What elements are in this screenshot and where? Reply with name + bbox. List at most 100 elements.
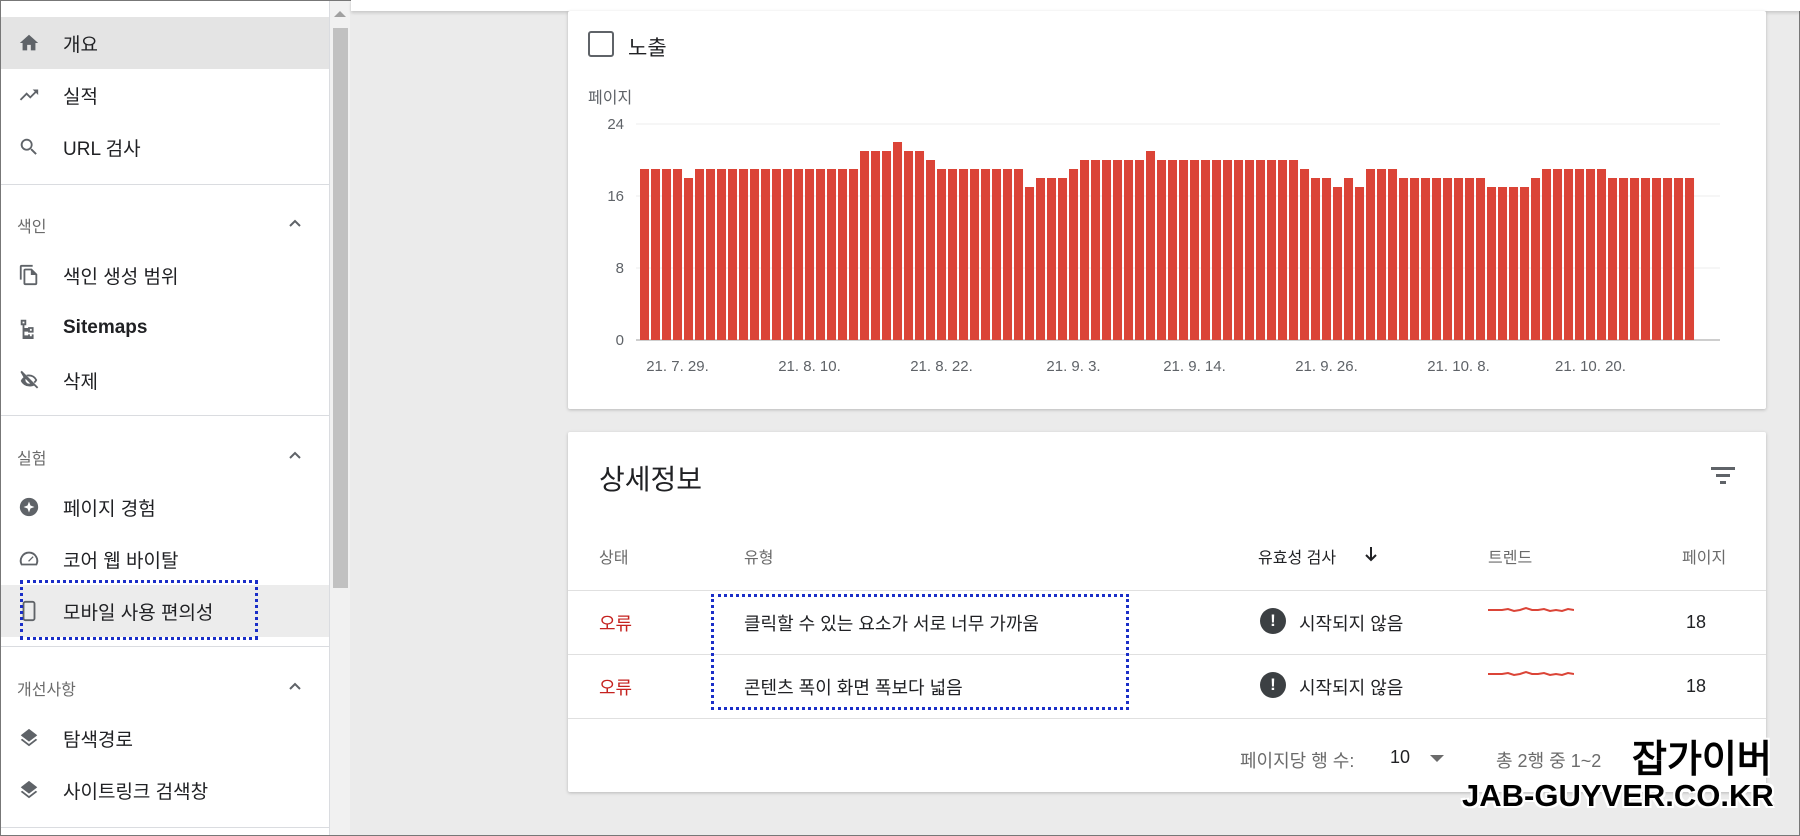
chart-bar[interactable]	[1168, 160, 1178, 340]
chart-bar[interactable]	[1366, 169, 1376, 340]
chart-bar[interactable]	[728, 169, 738, 340]
chart-bar[interactable]	[805, 169, 815, 340]
chart-bar[interactable]	[1333, 187, 1343, 340]
chart-bar[interactable]	[1036, 178, 1046, 340]
chart-bar[interactable]	[1630, 178, 1640, 340]
impressions-checkbox[interactable]	[588, 31, 614, 57]
nav-item-removals[interactable]: 삭제	[1, 354, 329, 406]
chart-bar[interactable]	[1465, 178, 1475, 340]
chart-bar[interactable]	[1564, 169, 1574, 340]
chart-bar[interactable]	[1410, 178, 1420, 340]
chart-bar[interactable]	[1091, 160, 1101, 340]
chart-bar[interactable]	[1355, 187, 1365, 340]
nav-item-page-experience[interactable]: 페이지 경험	[1, 481, 329, 533]
chart-bar[interactable]	[904, 151, 914, 340]
chart-bar[interactable]	[860, 151, 870, 340]
chart-bar[interactable]	[1487, 187, 1497, 340]
arrow-down-icon[interactable]	[1363, 545, 1379, 563]
chart-bar[interactable]	[695, 169, 705, 340]
chart-bar[interactable]	[1113, 160, 1123, 340]
nav-item-breadcrumbs[interactable]: 탐색경로	[1, 712, 329, 764]
chart-bar[interactable]	[673, 169, 683, 340]
sidebar-scrollbar-thumb[interactable]	[333, 28, 348, 588]
chart-bar[interactable]	[1014, 169, 1024, 340]
chart-bar[interactable]	[1003, 169, 1013, 340]
chart-bar[interactable]	[1608, 178, 1618, 340]
scroll-up-arrow-icon[interactable]	[334, 11, 346, 17]
chart-bar[interactable]	[1300, 169, 1310, 340]
nav-item-sitelinks-searchbox[interactable]: 사이트링크 검색창	[1, 764, 329, 816]
chart-bar[interactable]	[1509, 187, 1519, 340]
header-validation[interactable]: 유효성 검사	[1258, 544, 1336, 568]
filter-icon[interactable]	[1708, 462, 1738, 488]
chart-bar[interactable]	[1443, 178, 1453, 340]
chart-bar[interactable]	[871, 151, 881, 340]
chart-bar[interactable]	[1663, 178, 1673, 340]
nav-item-overview[interactable]: 개요	[1, 17, 329, 69]
chart-bar[interactable]	[1278, 160, 1288, 340]
chart-bar[interactable]	[1542, 169, 1552, 340]
chart-bar[interactable]	[1190, 160, 1200, 340]
chart-bar[interactable]	[640, 169, 650, 340]
chart-bar[interactable]	[893, 142, 903, 340]
chart-bar[interactable]	[1058, 178, 1068, 340]
nav-item-core-web-vitals[interactable]: 코어 웹 바이탈	[1, 533, 329, 585]
chart-bar[interactable]	[1685, 178, 1695, 340]
chart-bar[interactable]	[1267, 160, 1277, 340]
chart-bar[interactable]	[772, 169, 782, 340]
nav-item-url-inspection[interactable]: URL 검사	[1, 121, 329, 173]
chart-bar[interactable]	[1179, 160, 1189, 340]
chart-bar[interactable]	[750, 169, 760, 340]
chart-bar[interactable]	[970, 169, 980, 340]
nav-item-performance[interactable]: 실적	[1, 69, 329, 121]
chart-bar[interactable]	[1652, 178, 1662, 340]
chart-bar[interactable]	[1597, 169, 1607, 340]
chart-bar[interactable]	[1212, 160, 1222, 340]
chart-bar[interactable]	[1102, 160, 1112, 340]
chart-bar[interactable]	[761, 169, 771, 340]
chart-bar[interactable]	[1069, 169, 1079, 340]
section-enhancements-header[interactable]: 개선사항	[1, 660, 329, 712]
chart-bar[interactable]	[1322, 178, 1332, 340]
chart-bar[interactable]	[717, 169, 727, 340]
chart-bar[interactable]	[706, 169, 716, 340]
chart-bar[interactable]	[1388, 169, 1398, 340]
chart-bar[interactable]	[849, 169, 859, 340]
chart-bar[interactable]	[1146, 151, 1156, 340]
chart-bar[interactable]	[684, 178, 694, 340]
chart-bar[interactable]	[1575, 169, 1585, 340]
nav-item-sitemaps[interactable]: Sitemaps	[1, 302, 329, 354]
chart-bar[interactable]	[662, 169, 672, 340]
chart-bar[interactable]	[937, 169, 947, 340]
chart-bar[interactable]	[1234, 160, 1244, 340]
section-experiments-header[interactable]: 실험	[1, 429, 329, 481]
chart-bar[interactable]	[816, 169, 826, 340]
chart-bar[interactable]	[1586, 169, 1596, 340]
chart-bar[interactable]	[1344, 178, 1354, 340]
chart-bar[interactable]	[882, 151, 892, 340]
chart-bar[interactable]	[1399, 178, 1409, 340]
chart-bar[interactable]	[1245, 160, 1255, 340]
dropdown-caret-icon[interactable]	[1430, 755, 1444, 762]
chart-bar[interactable]	[1289, 160, 1299, 340]
chart-bar[interactable]	[1223, 160, 1233, 340]
chart-bar[interactable]	[1619, 178, 1629, 340]
chart-bar[interactable]	[1124, 160, 1134, 340]
chart-bar[interactable]	[1520, 187, 1530, 340]
chart-bar[interactable]	[1498, 187, 1508, 340]
chart-bar[interactable]	[1135, 160, 1145, 340]
chart-bar[interactable]	[1421, 178, 1431, 340]
rows-per-page-select[interactable]: 10	[1390, 747, 1410, 768]
chart-bar[interactable]	[1377, 169, 1387, 340]
section-index-header[interactable]: 색인	[1, 197, 329, 249]
chart-bar[interactable]	[1432, 178, 1442, 340]
chart-bar[interactable]	[915, 151, 925, 340]
chart-bar[interactable]	[1080, 160, 1090, 340]
chart-bar[interactable]	[1256, 160, 1266, 340]
chart-bar[interactable]	[794, 169, 804, 340]
chart-bar[interactable]	[1454, 178, 1464, 340]
chart-bar[interactable]	[651, 169, 661, 340]
chart-bar[interactable]	[1531, 178, 1541, 340]
chart-bar[interactable]	[783, 169, 793, 340]
chart-bar[interactable]	[1157, 160, 1167, 340]
